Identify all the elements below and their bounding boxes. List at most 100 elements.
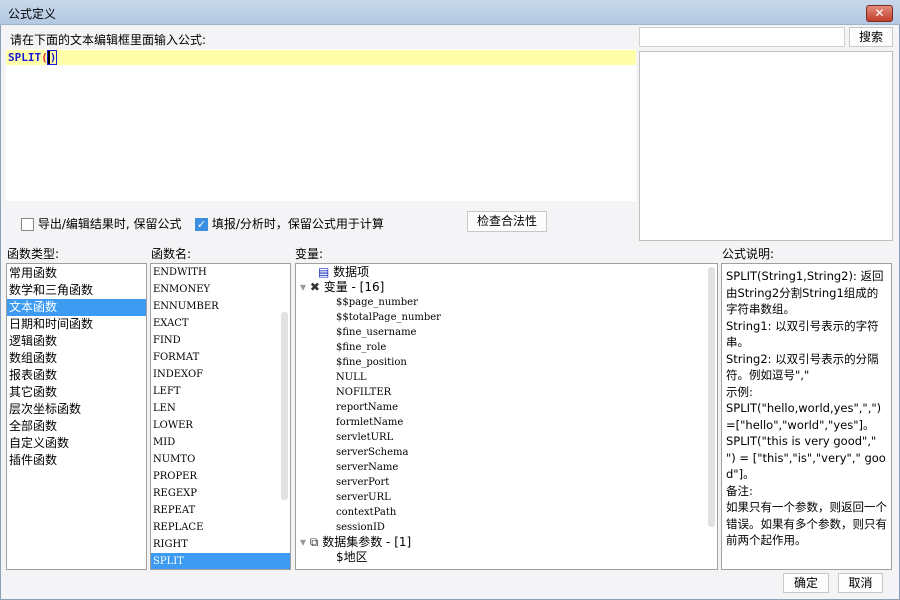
ok-button[interactable]: 确定 — [783, 573, 829, 593]
tree-variable[interactable]: contextPath — [336, 505, 396, 520]
func-name-item[interactable]: PROPER — [151, 468, 290, 485]
cancel-button[interactable]: 取消 — [838, 573, 883, 593]
tree-variable-label: serverPort — [336, 477, 390, 488]
search-button[interactable]: 搜索 — [849, 27, 893, 47]
tree-variable-label: servletURL — [336, 432, 394, 443]
tree-variable[interactable]: $fine_position — [336, 355, 407, 370]
func-name-list[interactable]: ENDWITH ENMONEY ENNUMBER EXACT FIND FORMAT IND… — [150, 263, 291, 570]
func-name-item[interactable]: INDEXOF — [151, 366, 290, 383]
func-type-item[interactable]: 全部函数 — [7, 418, 146, 435]
func-type-item[interactable]: 自定义函数 — [7, 435, 146, 452]
formula-editor[interactable]: SPLIT() — [6, 49, 636, 201]
tree-dataset-group-label: 数据集参数 - [1] — [322, 535, 412, 549]
tree-variables-group[interactable]: ▾ ✖ 变量 - [16] — [300, 280, 384, 295]
formula-description: SPLIT(String1,String2): 返回由String2分割Stri… — [721, 263, 892, 570]
tree-data-items[interactable]: ▤ 数据项 — [318, 265, 369, 280]
tree-variable[interactable]: sessionID — [336, 520, 385, 535]
dataset-icon: ⧉ — [309, 535, 323, 549]
func-name-item[interactable]: LEN — [151, 400, 290, 417]
checkbox-keep-export[interactable] — [21, 218, 34, 231]
func-name-item[interactable]: FIND — [151, 332, 290, 349]
tree-dataset-param[interactable]: $地区 — [336, 550, 368, 565]
func-name-item[interactable]: REGEXP — [151, 485, 290, 502]
func-name-item[interactable]: SPLIT — [151, 553, 290, 569]
func-name-item[interactable]: LOWER — [151, 417, 290, 434]
func-type-item[interactable]: 逻辑函数 — [7, 333, 146, 350]
tree-variable-label: $fine_username — [336, 327, 417, 338]
description-line: SPLIT("hello,world,yes",",")=["hello","w… — [726, 401, 882, 432]
option-keep-fill[interactable]: ✓ 填报/分析时，保留公式用于计算 — [195, 215, 384, 232]
variable-tree-scrollbar[interactable] — [708, 267, 715, 527]
func-name-item[interactable]: MID — [151, 434, 290, 451]
func-type-item[interactable]: 插件函数 — [7, 452, 146, 469]
func-type-item[interactable]: 数学和三角函数 — [7, 282, 146, 299]
tree-variable[interactable]: NOFILTER — [336, 385, 391, 400]
func-name-item[interactable]: RIGHT — [151, 536, 290, 553]
tree-variable[interactable]: serverPort — [336, 475, 389, 490]
func-type-item[interactable]: 日期和时间函数 — [7, 316, 146, 333]
func-name-item[interactable]: FORMAT — [151, 349, 290, 366]
func-type-item[interactable]: 数组函数 — [7, 350, 146, 367]
description-line: String1: 以双引号表示的字符串。 — [726, 318, 879, 350]
variables-icon: ✖ — [309, 280, 324, 294]
func-name-item[interactable]: REPEAT — [151, 502, 290, 519]
check-validity-button[interactable]: 检查合法性 — [467, 211, 547, 232]
tree-variable-label: $fine_position — [336, 357, 407, 368]
description-line: SPLIT(String1,String2): 返回由String2分割Stri… — [726, 269, 884, 316]
func-name-item[interactable]: REPLACE — [151, 519, 290, 536]
expand-arrow-icon[interactable]: ▾ — [300, 535, 310, 549]
tree-variable-label: NOFILTER — [336, 387, 392, 398]
description-line: 如果只有一个参数，则返回一个错误。如果有多个参数，则只有前两个起作用。 — [726, 500, 887, 547]
func-type-item[interactable]: 文本函数 — [7, 299, 146, 316]
tree-variable[interactable]: $fine_username — [336, 325, 416, 340]
func-type-item[interactable]: 常用函数 — [7, 265, 146, 282]
tree-variable-label: reportName — [336, 402, 399, 413]
func-name-item[interactable]: ENMONEY — [151, 281, 290, 298]
tree-variable[interactable]: reportName — [336, 400, 398, 415]
checkbox-keep-fill[interactable]: ✓ — [195, 218, 208, 231]
func-type-item[interactable]: 其它函数 — [7, 384, 146, 401]
func-type-list[interactable]: 常用函数 数学和三角函数 文本函数 日期和时间函数 逻辑函数 数组函数 报表函数 其它函数 层次… — [6, 263, 147, 570]
tree-variable[interactable]: NULL — [336, 370, 366, 385]
tree-variable-label: formletName — [336, 417, 404, 428]
expand-arrow-icon[interactable]: ▾ — [300, 280, 310, 294]
func-name-scrollbar[interactable] — [281, 312, 288, 500]
func-name-item[interactable]: NUMTO — [151, 451, 290, 468]
description-line: 备注: — [726, 483, 753, 498]
tree-variable-label: NULL — [336, 372, 367, 383]
variables-label: 变量: — [295, 247, 324, 261]
formula-line[interactable]: SPLIT() — [6, 50, 636, 65]
data-items-icon: ▤ — [318, 265, 334, 279]
close-icon[interactable]: ✕ — [866, 5, 893, 22]
func-name-item[interactable]: LEFT — [151, 383, 290, 400]
option-keep-export[interactable]: 导出/编辑结果时, 保留公式 — [21, 215, 182, 232]
func-type-item[interactable]: 报表函数 — [7, 367, 146, 384]
description-line: SPLIT("this is very good"," ") = ["this"… — [726, 434, 886, 481]
formula-paren-open: ( — [41, 51, 48, 64]
description-label: 公式说明: — [722, 247, 775, 261]
tree-variable[interactable]: serverName — [336, 460, 398, 475]
tree-dataset-group[interactable]: ▾ ⧉ 数据集参数 - [1] — [300, 535, 411, 550]
tree-variable[interactable]: serverSchema — [336, 445, 408, 460]
tree-variable[interactable]: $$totalPage_number — [336, 310, 441, 325]
search-input[interactable] — [639, 27, 845, 47]
option-label: 导出/编辑结果时, 保留公式 — [37, 217, 182, 231]
tree-variable[interactable]: serverURL — [336, 490, 391, 505]
description-line: String2: 以双引号表示的分隔符。例如逗号"," — [726, 351, 879, 383]
func-type-item[interactable]: 层次坐标函数 — [7, 401, 146, 418]
func-name-label: 函数名: — [151, 247, 192, 261]
tree-variable[interactable]: $fine_role — [336, 340, 386, 355]
func-name-item[interactable]: ENNUMBER — [151, 298, 290, 315]
tree-variable[interactable]: $$page_number — [336, 295, 418, 310]
search-results[interactable] — [639, 51, 893, 241]
tree-dataset-param-label: $地区 — [336, 550, 368, 564]
func-name-item[interactable]: ENDWITH — [151, 264, 290, 281]
formula-function: SPLIT — [8, 51, 42, 64]
description-line: 示例: — [726, 384, 753, 399]
tree-variable-label: $$totalPage_number — [336, 312, 441, 323]
variable-tree[interactable]: ▤ 数据项 ▾ ✖ 变量 - [16] $$page_number $$totalPa… — [295, 263, 718, 570]
tree-data-items-label: 数据项 — [333, 265, 370, 279]
tree-variable[interactable]: servletURL — [336, 430, 393, 445]
tree-variable[interactable]: formletName — [336, 415, 403, 430]
func-name-item[interactable]: EXACT — [151, 315, 290, 332]
